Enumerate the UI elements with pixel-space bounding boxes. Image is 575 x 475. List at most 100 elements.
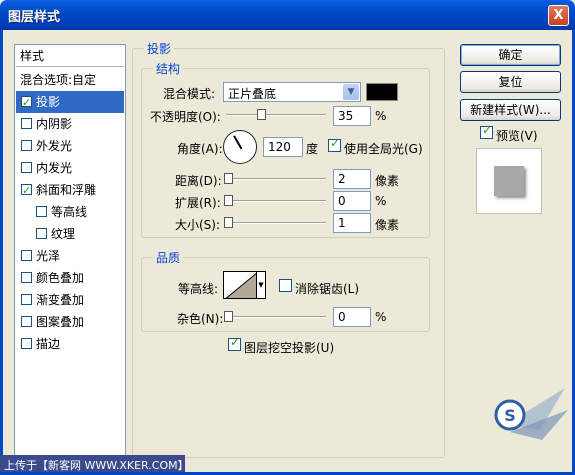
distance-input[interactable]: 2: [333, 169, 371, 189]
noise-input[interactable]: 0: [333, 307, 371, 327]
sidebar-item-label: 混合选项:自定: [20, 73, 97, 87]
global-light-checkbox[interactable]: [328, 136, 341, 152]
distance-slider-thumb[interactable]: [224, 173, 233, 184]
style-list-header[interactable]: 样式: [16, 45, 124, 67]
reset-button[interactable]: 复位: [460, 71, 561, 93]
drop-shadow-checkbox[interactable]: [21, 92, 32, 114]
distance-unit: 像素: [375, 174, 400, 188]
antialias-label: 消除锯齿(L): [295, 282, 360, 296]
blend-mode-select[interactable]: 正片叠底 ▼: [223, 82, 361, 102]
upload-watermark-text: 上传于【新客网 WWW.XKER.COM】: [4, 459, 189, 472]
angle-input[interactable]: 120: [263, 137, 303, 157]
style-list: 样式 混合选项:自定 投影 内阴影 外发光 内发光 斜面和浮雕 等高线 纹理 光…: [14, 44, 126, 458]
opacity-slider-track: [226, 114, 326, 116]
gradient-overlay-checkbox[interactable]: [21, 294, 32, 305]
sidebar-item-color-overlay[interactable]: 颜色叠加: [16, 267, 124, 289]
sidebar-item-label: 颜色叠加: [36, 271, 85, 285]
sidebar-item-label: 光泽: [36, 249, 61, 263]
noise-slider-thumb[interactable]: [224, 311, 233, 322]
global-light-label: 使用全局光(G): [344, 142, 423, 156]
angle-dial[interactable]: [223, 130, 257, 164]
chevron-down-icon: ▼: [258, 281, 264, 289]
sidebar-item-contour[interactable]: 等高线: [16, 201, 124, 223]
sidebar-item-texture[interactable]: 纹理: [16, 223, 124, 245]
angle-unit: 度: [306, 142, 319, 156]
preview-square: [494, 166, 524, 196]
sidebar-item-label: 渐变叠加: [36, 293, 85, 307]
close-button[interactable]: X: [548, 5, 569, 26]
window-title: 图层样式: [8, 10, 61, 25]
distance-slider[interactable]: [224, 173, 326, 185]
blend-mode-value: 正片叠底: [228, 87, 277, 101]
knockout-label: 图层挖空投影(U): [244, 341, 335, 355]
stroke-checkbox[interactable]: [21, 338, 32, 349]
angle-label: 角度(A):: [177, 142, 223, 156]
sidebar-item-inner-glow[interactable]: 内发光: [16, 157, 124, 179]
sidebar-item-label: 描边: [36, 337, 61, 351]
noise-slider[interactable]: [224, 311, 326, 323]
spread-slider-thumb[interactable]: [224, 195, 233, 206]
opacity-slider[interactable]: [226, 109, 326, 121]
sidebar-item-label: 外发光: [36, 139, 73, 153]
sidebar-item-pattern-overlay[interactable]: 图案叠加: [16, 311, 124, 333]
distance-label: 距离(D):: [175, 174, 222, 188]
contour-checkbox[interactable]: [36, 206, 47, 217]
size-unit: 像素: [375, 218, 400, 232]
outer-glow-checkbox[interactable]: [21, 140, 32, 151]
contour-label: 等高线:: [178, 282, 219, 296]
noise-slider-track: [224, 316, 326, 318]
window-frame-left: [0, 30, 3, 475]
size-slider[interactable]: [224, 217, 326, 229]
style-preview-thumbnail: [476, 148, 542, 214]
spread-slider[interactable]: [224, 195, 326, 207]
spread-input[interactable]: 0: [333, 191, 371, 211]
ok-button[interactable]: 确定: [460, 44, 561, 66]
sidebar-item-label: 投影: [36, 95, 61, 109]
contour-curve-icon: [225, 272, 256, 298]
sidebar-item-blending-options[interactable]: 混合选项:自定: [16, 69, 124, 91]
new-style-button[interactable]: 新建样式(W)...: [460, 99, 561, 121]
site-logo-watermark: S: [494, 388, 568, 440]
satin-checkbox[interactable]: [21, 250, 32, 261]
texture-checkbox[interactable]: [36, 228, 47, 239]
preview-checkbox[interactable]: [480, 123, 493, 139]
shadow-color-swatch[interactable]: [366, 83, 398, 101]
opacity-label: 不透明度(O):: [150, 110, 221, 124]
svg-text:S: S: [504, 406, 516, 425]
sidebar-item-inner-shadow[interactable]: 内阴影: [16, 113, 124, 135]
size-slider-track: [224, 222, 326, 224]
pattern-overlay-checkbox[interactable]: [21, 316, 32, 327]
structure-title: 结构: [153, 60, 184, 77]
inner-shadow-checkbox[interactable]: [21, 118, 32, 129]
sidebar-item-label: 纹理: [51, 227, 76, 241]
antialias-checkbox[interactable]: [279, 279, 292, 292]
knockout-checkbox[interactable]: [228, 335, 241, 351]
sidebar-item-bevel-emboss[interactable]: 斜面和浮雕: [16, 179, 124, 202]
sidebar-item-label: 图案叠加: [36, 315, 85, 329]
opacity-input[interactable]: 35: [333, 106, 371, 126]
quality-title: 品质: [153, 249, 184, 266]
sidebar-item-label: 斜面和浮雕: [36, 183, 97, 197]
opacity-slider-thumb[interactable]: [257, 109, 266, 120]
size-label: 大小(S):: [175, 218, 221, 232]
size-input[interactable]: 1: [333, 213, 371, 233]
title-bar: 图层样式 X: [0, 0, 575, 30]
sidebar-item-label: 内阴影: [36, 117, 73, 131]
spread-unit: %: [375, 194, 387, 208]
sidebar-item-drop-shadow[interactable]: 投影: [16, 91, 124, 114]
spread-slider-track: [224, 200, 326, 202]
contour-dropdown-button[interactable]: ▼: [256, 271, 266, 299]
noise-unit: %: [375, 310, 387, 324]
angle-dial-hand: [233, 135, 243, 150]
bevel-emboss-checkbox[interactable]: [21, 180, 32, 202]
inner-glow-checkbox[interactable]: [21, 162, 32, 173]
sidebar-item-label: 内发光: [36, 161, 73, 175]
sidebar-item-stroke[interactable]: 描边: [16, 333, 124, 355]
contour-preview[interactable]: [223, 271, 257, 299]
size-slider-thumb[interactable]: [224, 217, 233, 228]
sidebar-item-outer-glow[interactable]: 外发光: [16, 135, 124, 157]
opacity-unit: %: [375, 109, 387, 123]
sidebar-item-gradient-overlay[interactable]: 渐变叠加: [16, 289, 124, 311]
sidebar-item-satin[interactable]: 光泽: [16, 245, 124, 267]
color-overlay-checkbox[interactable]: [21, 272, 32, 283]
